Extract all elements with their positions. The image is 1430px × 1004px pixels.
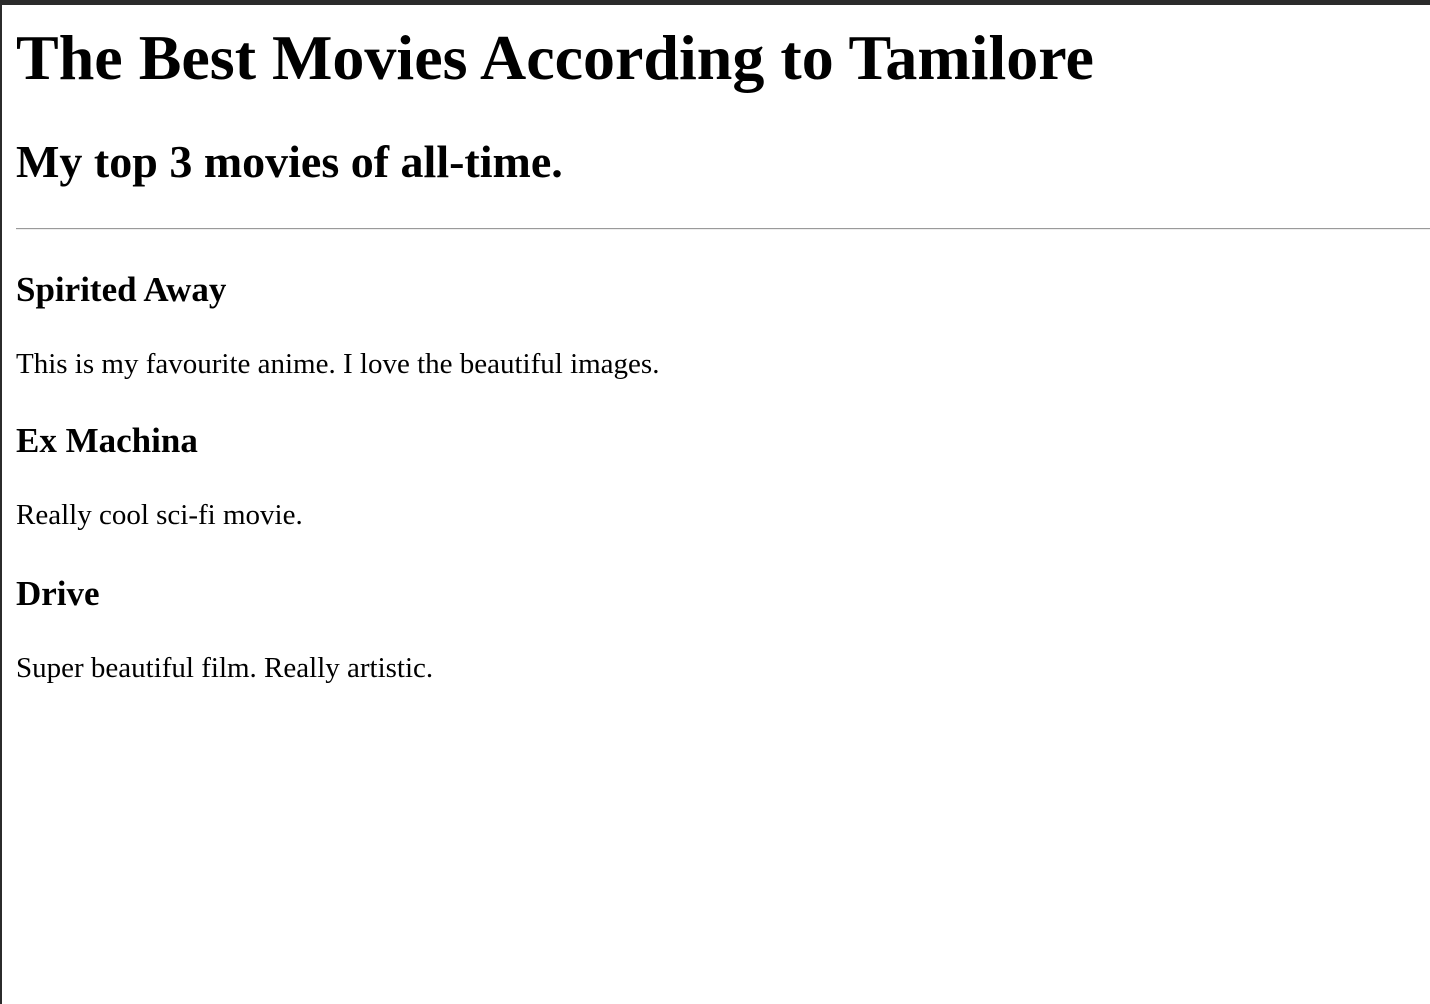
movie-description: Super beautiful film. Really artistic. [16, 652, 434, 684]
movie-title: Spirited Away [16, 270, 227, 309]
divider [16, 228, 1430, 230]
movie-item: Spirited Away This is my favourite anime… [16, 270, 1430, 381]
movie-description: This is my favourite anime. I love the b… [16, 348, 660, 380]
page-title: The Best Movies According to Tamilore [16, 22, 1094, 93]
movie-title: Drive [16, 574, 100, 613]
window-left-border [0, 0, 2, 1004]
movie-description: Really cool sci-fi movie. [16, 499, 303, 531]
movie-item: Ex Machina Really cool sci-fi movie. [16, 421, 1430, 532]
movie-title: Ex Machina [16, 421, 198, 460]
page-content: The Best Movies According to Tamilore My… [16, 5, 1430, 685]
page-subtitle: My top 3 movies of all-time. [16, 136, 563, 187]
movie-item: Drive Super beautiful film. Really artis… [16, 574, 1430, 685]
